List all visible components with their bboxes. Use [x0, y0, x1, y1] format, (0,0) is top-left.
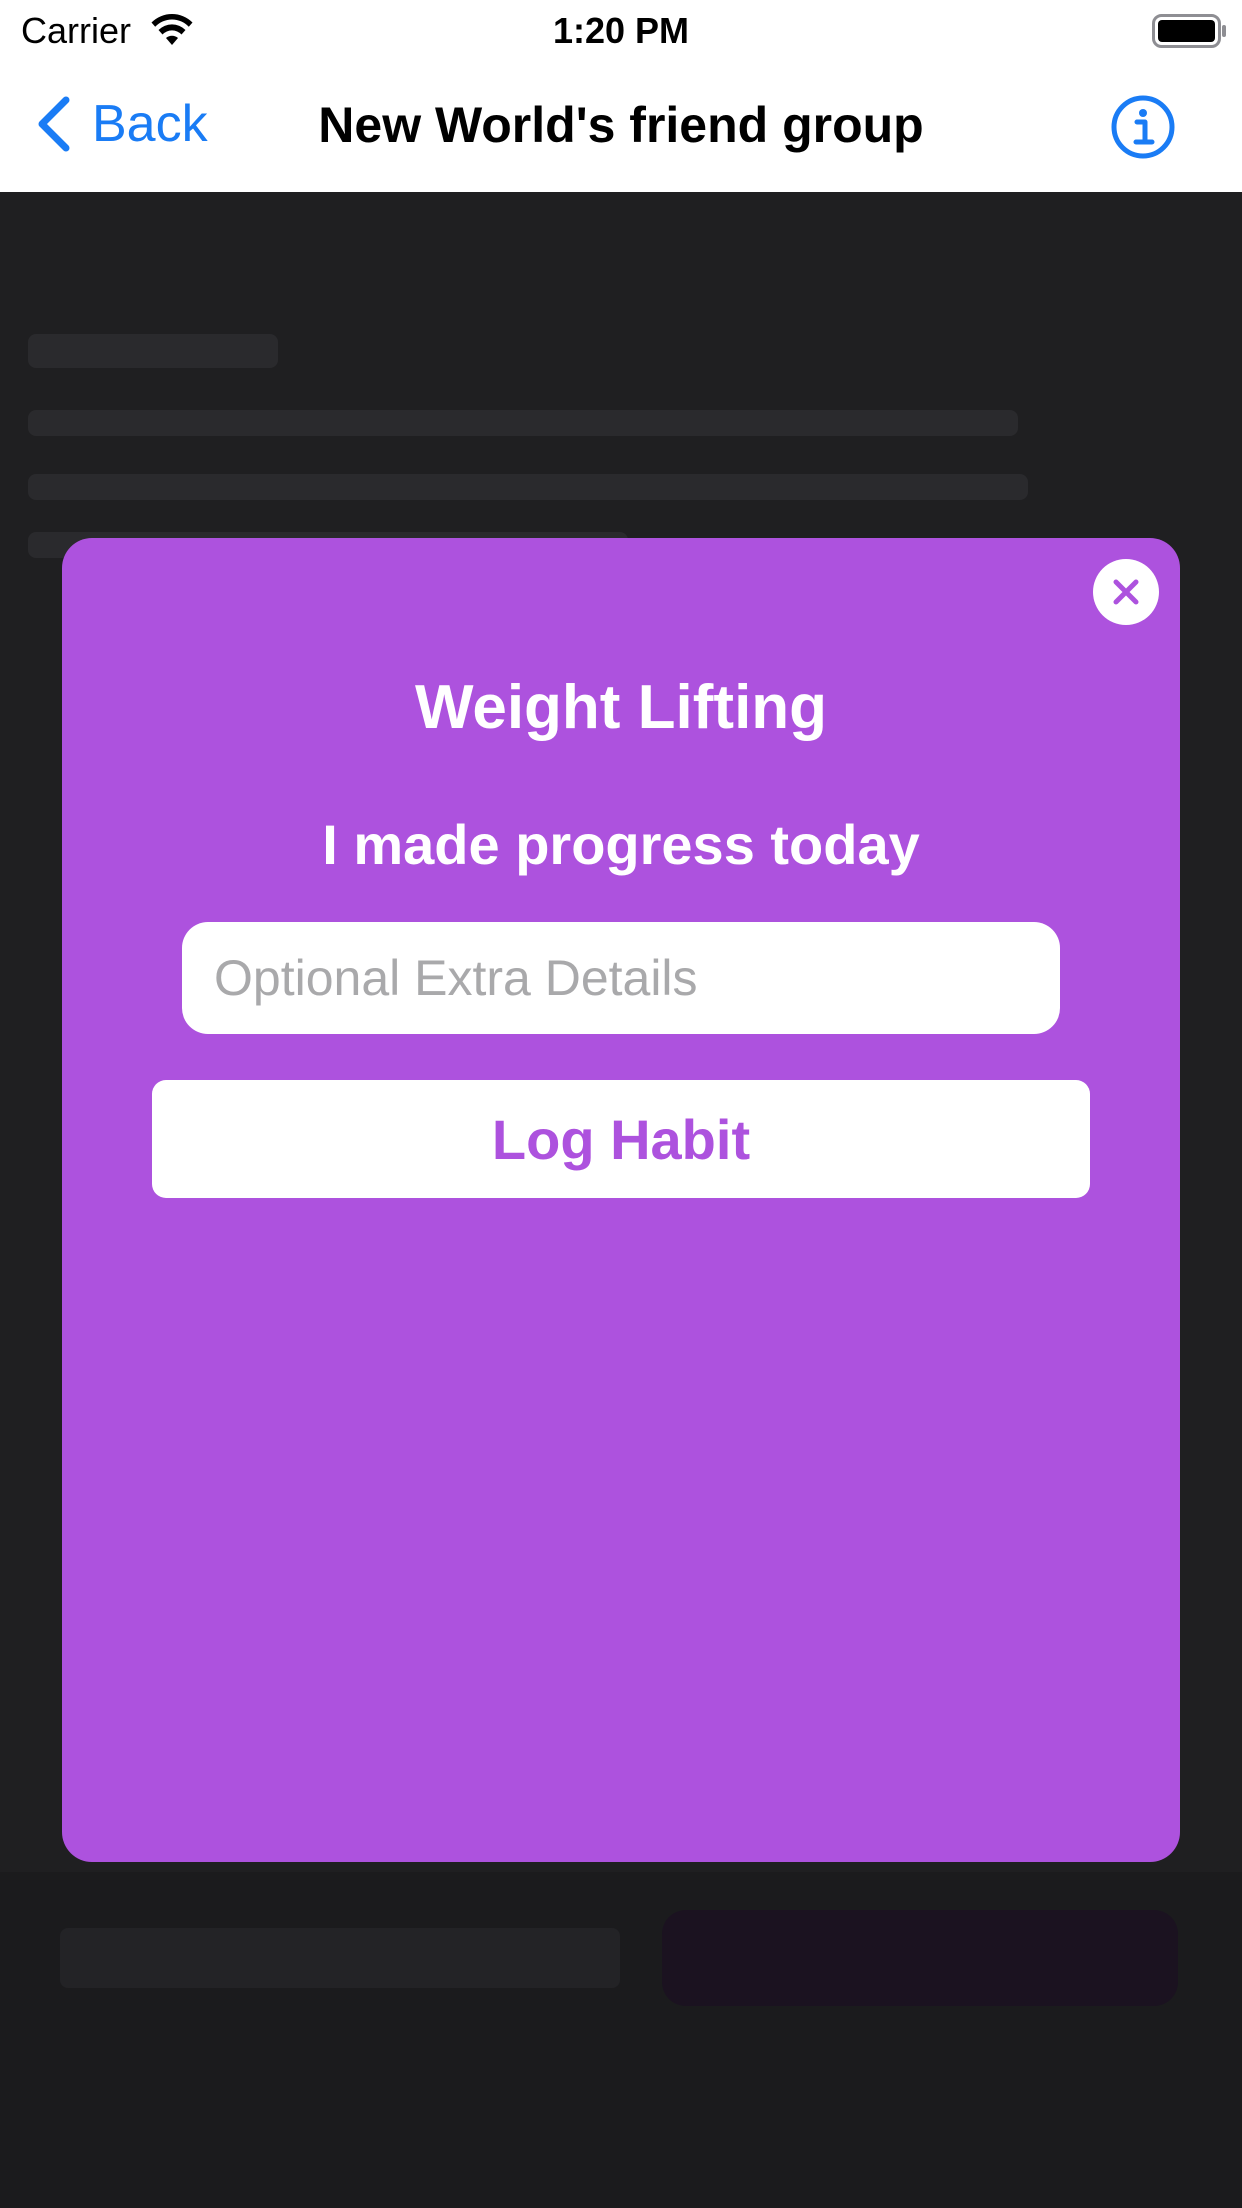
close-button[interactable]	[1093, 559, 1159, 625]
habit-title: Weight Lifting	[414, 673, 828, 742]
background-text-line	[28, 410, 1018, 436]
navigation-bar: Back New World's friend group	[0, 62, 1242, 192]
background-button	[662, 1910, 1178, 2006]
status-bar: Carrier 1:20 PM	[0, 0, 1242, 62]
habit-subtitle: I made progress today	[322, 813, 920, 876]
page-title: New World's friend group	[318, 97, 924, 153]
background-input	[60, 1928, 620, 1988]
log-habit-button[interactable]: Log Habit	[152, 1080, 1090, 1198]
clock: 1:20 PM	[552, 10, 690, 51]
extra-details-input[interactable]	[182, 922, 1060, 1034]
close-icon	[1113, 579, 1139, 605]
background-heading	[28, 334, 278, 368]
screen: Carrier 1:20 PM Back New World's friend …	[0, 0, 1242, 2208]
info-icon[interactable]	[1110, 94, 1176, 160]
background-text-line	[28, 474, 1028, 500]
battery-icon	[1152, 14, 1226, 48]
